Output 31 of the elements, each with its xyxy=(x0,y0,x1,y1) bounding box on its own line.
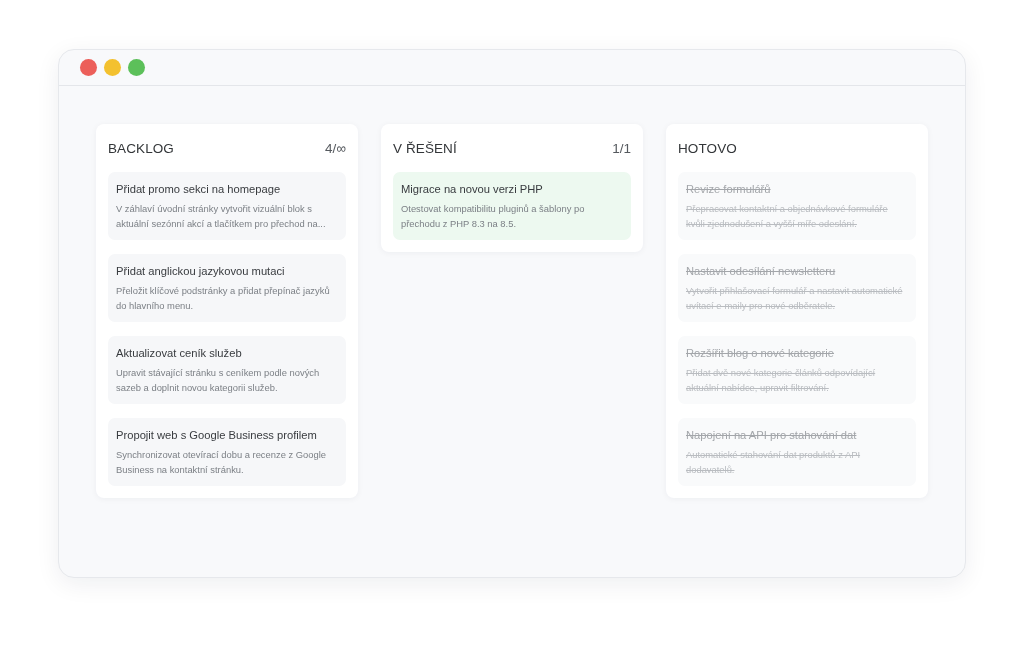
task-card[interactable]: Přidat promo sekci na homepage V záhlaví úvodní stránky vytvořit vizuální blok s aktuální sezónní akcí a tlačítkem pro přechod na... xyxy=(108,172,346,240)
card-description: Synchronizovat otevírací dobu a recenze z Google Business na kontaktní stránku. xyxy=(116,448,328,477)
column-count: 1/1 xyxy=(612,140,631,156)
card-description: Automatické stahování dat produktů z API dodavatelů. xyxy=(686,448,862,477)
card-description: Otestovat kompatibilitu pluginů a šablony po přechodu z PHP 8.3 na 8.5. xyxy=(401,202,586,231)
card-title: Aktualizovat ceník služeb xyxy=(116,346,243,361)
card-description: Přeložit klíčové podstránky a přidat přepínač jazyků do hlavního menu. xyxy=(116,284,331,313)
task-card[interactable]: Aktualizovat ceník služeb Upravit stávající stránku s ceníkem podle nových sazeb a doplnit novou kategorii služeb. xyxy=(108,336,346,404)
column-title: HOTOVO xyxy=(678,140,737,156)
card-description: V záhlaví úvodní stránky vytvořit vizuální blok s aktuální sezónní akcí a tlačítkem pro přechod na... xyxy=(116,202,327,231)
card-title: Propojit web s Google Business profilem xyxy=(116,428,318,443)
card-title: Napojení na API pro stahování dat xyxy=(686,428,858,443)
card-description: Přidat dvě nové kategorie článků odpovídající aktuální nabídce, upravit filtrování. xyxy=(686,366,877,395)
close-icon[interactable] xyxy=(80,59,97,76)
card-description: Vytvořit přihlašovací formulář a nastavit automatické uvítací e-maily pro nové odběratele. xyxy=(686,284,904,313)
card-title: Rozšířit blog o nové kategorie xyxy=(686,346,835,361)
column-title: BACKLOG xyxy=(108,140,174,156)
card-description: Přepracovat kontaktní a objednávkové formuláře kvůli zjednodušení a vyšší míře odeslání. xyxy=(686,202,889,231)
card-description: Upravit stávající stránku s ceníkem podle nových sazeb a doplnit novou kategorii služeb. xyxy=(116,366,321,395)
card-title: Přidat promo sekci na homepage xyxy=(116,182,282,197)
column-title: V ŘEŠENÍ xyxy=(393,140,457,156)
task-card[interactable]: Migrace na novou verzi PHP Otestovat kompatibilitu pluginů a šablony po přechodu z PHP 8.3 na 8.5. xyxy=(393,172,631,240)
minimize-icon[interactable] xyxy=(104,59,121,76)
card-title: Přidat anglickou jazykovou mutaci xyxy=(116,264,286,279)
card-title: Nastavit odesílání newsletteru xyxy=(686,264,837,279)
task-card[interactable]: Propojit web s Google Business profilem Synchronizovat otevírací dobu a recenze z Google Business na kontaktní stránku. xyxy=(108,418,346,486)
maximize-icon[interactable] xyxy=(128,59,145,76)
card-title: Revize formulářů xyxy=(686,182,772,197)
card-title: Migrace na novou verzi PHP xyxy=(401,182,544,197)
task-card[interactable]: Přidat anglickou jazykovou mutaci Přeložit klíčové podstránky a přidat přepínač jazyků do hlavního menu. xyxy=(108,254,346,322)
column-count: 4/∞ xyxy=(325,140,346,156)
